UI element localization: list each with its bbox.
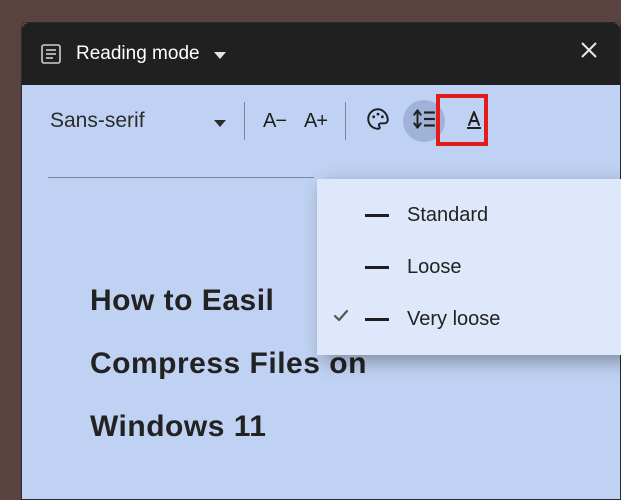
theme-button[interactable]: [358, 101, 398, 141]
decrease-font-button[interactable]: A−: [257, 110, 292, 133]
font-family-selector[interactable]: Sans-serif: [50, 109, 232, 133]
reading-mode-icon: [40, 43, 62, 65]
titlebar-mode-label[interactable]: Reading mode: [76, 43, 200, 65]
titlebar: Reading mode: [22, 23, 620, 85]
text-style-button[interactable]: [454, 101, 494, 141]
title-line: Windows 11: [90, 410, 266, 443]
mode-dropdown-caret[interactable]: [214, 47, 226, 62]
line-spacing-button[interactable]: [404, 101, 444, 141]
divider: [345, 102, 346, 140]
line-spacing-option-label: Very loose: [407, 308, 500, 331]
toolbar: Sans-serif A− A+: [22, 85, 620, 157]
line-spacing-option-label: Standard: [407, 204, 488, 227]
font-family-label: Sans-serif: [50, 109, 145, 133]
line-spacing-option[interactable]: Standard: [317, 189, 621, 241]
toolbar-underline: [48, 177, 314, 178]
density-icon: [359, 263, 395, 272]
line-spacing-option-label: Loose: [407, 256, 462, 279]
line-spacing-menu: Standard Loose Very loose: [317, 179, 621, 355]
line-spacing-icon: [411, 106, 437, 137]
close-icon[interactable]: [580, 41, 598, 65]
palette-icon: [365, 106, 391, 137]
line-spacing-option[interactable]: Loose: [317, 241, 621, 293]
density-icon: [359, 212, 395, 219]
chevron-down-icon: [214, 109, 226, 133]
text-color-icon: [462, 107, 486, 136]
reading-mode-window: Reading mode Sans-serif A− A+: [21, 22, 621, 500]
line-spacing-option[interactable]: Very loose: [317, 293, 621, 345]
check-icon: [327, 307, 355, 331]
divider: [244, 102, 245, 140]
density-icon: [359, 314, 395, 325]
title-line: How to Easil: [90, 284, 274, 317]
increase-font-button[interactable]: A+: [298, 110, 333, 133]
